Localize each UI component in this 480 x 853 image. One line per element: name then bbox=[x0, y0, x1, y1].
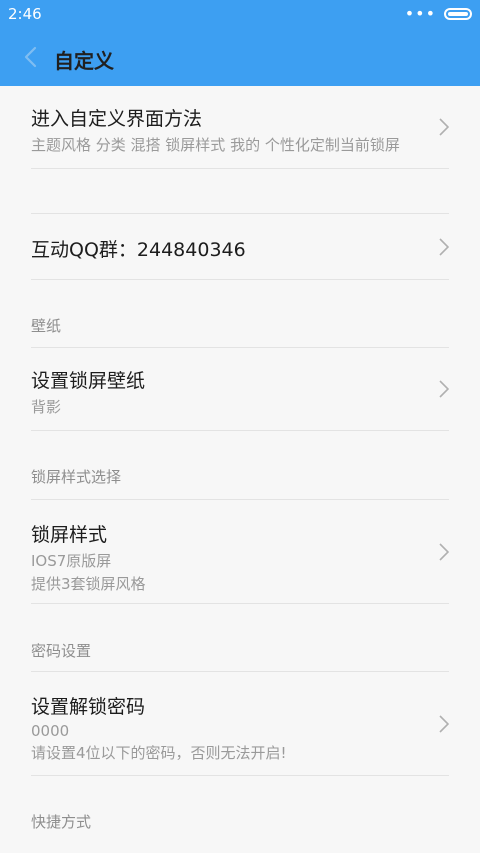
item-title: 设置解锁密码 bbox=[31, 696, 146, 718]
chevron-right-icon bbox=[439, 380, 449, 398]
item-customize-method[interactable]: 进入自定义界面方法 主题风格 分类 混搭 锁屏样式 我的 个性化定制当前锁屏 bbox=[31, 86, 449, 169]
item-unlock-password[interactable]: 设置解锁密码 0000 请设置4位以下的密码，否则无法开启! bbox=[31, 672, 449, 776]
settings-list: 进入自定义界面方法 主题风格 分类 混搭 锁屏样式 我的 个性化定制当前锁屏 互… bbox=[0, 86, 480, 846]
chevron-right-icon bbox=[439, 714, 449, 733]
chevron-right-icon bbox=[439, 542, 449, 561]
item-qq-group[interactable]: 互动QQ群：244840346 bbox=[31, 214, 449, 280]
group-divider bbox=[31, 169, 449, 214]
section-header-shortcuts: 快捷方式 bbox=[31, 813, 92, 831]
item-description: 请设置4位以下的密码，否则无法开启! bbox=[31, 744, 287, 762]
item-lockscreen-wallpaper[interactable]: 设置锁屏壁纸 背影 bbox=[31, 348, 449, 431]
item-title: 进入自定义界面方法 bbox=[31, 108, 203, 130]
page-title: 自定义 bbox=[54, 49, 114, 73]
status-bar: 2:46 ••• bbox=[0, 0, 480, 28]
item-title: 锁屏样式 bbox=[31, 524, 108, 546]
app-bar: 自定义 bbox=[0, 28, 480, 86]
section-header-password: 密码设置 bbox=[31, 604, 449, 672]
item-subtitle: IOS7原版屏 bbox=[31, 552, 112, 570]
item-title: 互动QQ群：244840346 bbox=[31, 239, 246, 261]
battery-icon bbox=[444, 8, 472, 20]
more-dots-icon: ••• bbox=[404, 4, 436, 23]
item-title: 设置锁屏壁纸 bbox=[31, 370, 146, 392]
back-arrow-icon[interactable] bbox=[22, 46, 40, 68]
status-time: 2:46 bbox=[8, 5, 42, 23]
item-subtitle: 0000 bbox=[31, 722, 70, 740]
section-header-wallpaper: 壁纸 bbox=[31, 280, 449, 348]
item-description: 提供3套锁屏风格 bbox=[31, 575, 146, 593]
chevron-right-icon bbox=[439, 237, 449, 256]
item-subtitle: 背影 bbox=[31, 398, 62, 416]
item-lock-style[interactable]: 锁屏样式 IOS7原版屏 提供3套锁屏风格 bbox=[31, 500, 449, 604]
item-subtitle: 主题风格 分类 混搭 锁屏样式 我的 个性化定制当前锁屏 bbox=[31, 136, 400, 154]
section-header-lock-style: 锁屏样式选择 bbox=[31, 431, 449, 500]
chevron-right-icon bbox=[439, 118, 449, 136]
